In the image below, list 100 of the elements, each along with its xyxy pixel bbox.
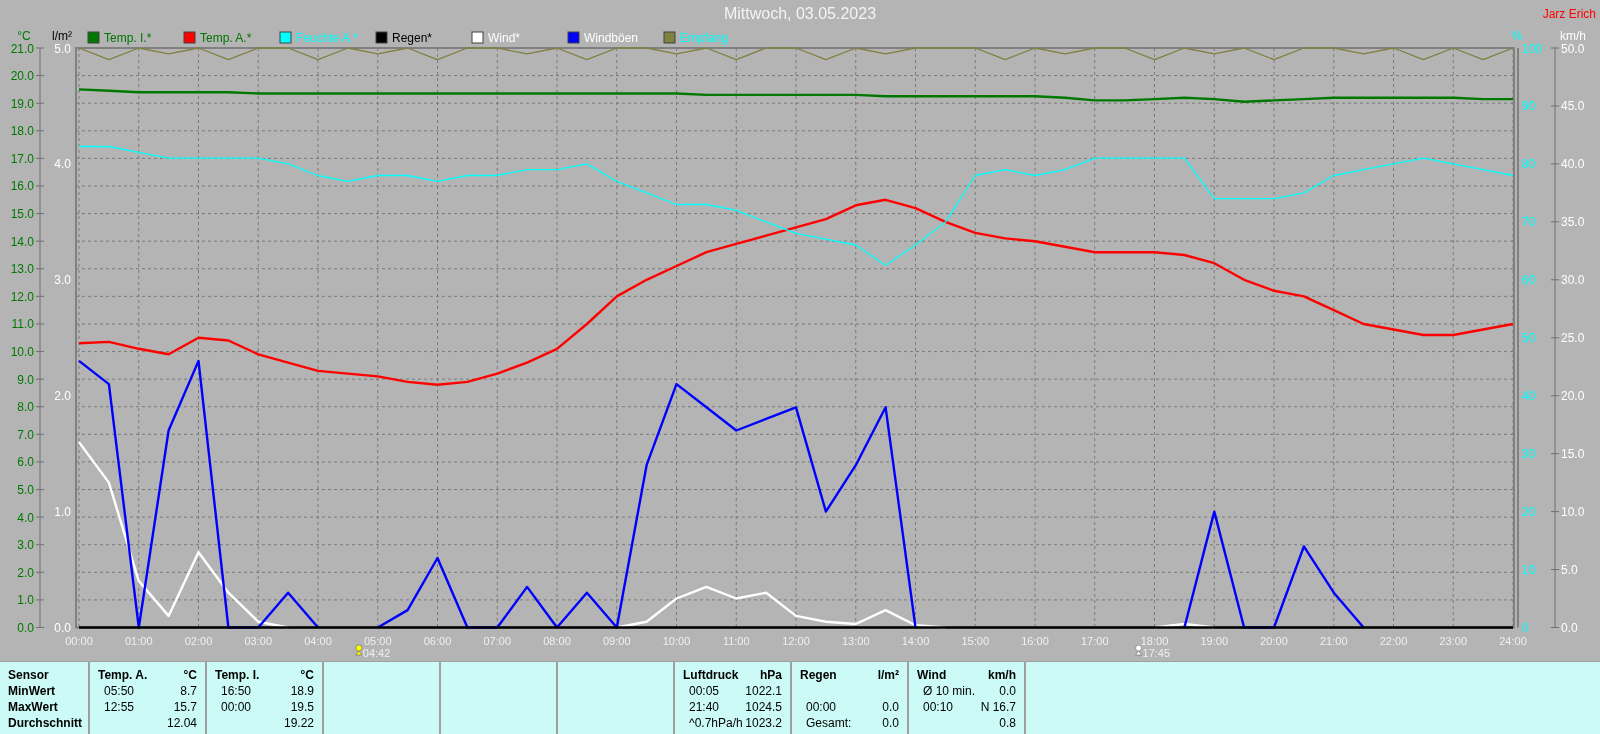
tick-label: 8.0 <box>17 400 34 415</box>
tick-label: 11:00 <box>722 635 750 647</box>
column-header: Wind <box>917 667 947 683</box>
table-cell: 12.04 <box>166 715 197 731</box>
tick-label: 0 <box>1522 621 1529 635</box>
tick-label: 13:00 <box>842 635 870 647</box>
axis-unit: l/m² <box>52 29 72 43</box>
author-label: Jarz Erich <box>1542 6 1596 23</box>
table-cell: 19.22 <box>283 715 314 731</box>
column-header: Sensor <box>8 667 50 683</box>
tick-label: 0.0 <box>1561 621 1578 635</box>
tick-label: 50 <box>1522 331 1536 346</box>
table-cell: 1022.1 <box>745 683 782 699</box>
table-cell-text: 21:40 <box>688 699 720 715</box>
tick-label: 17.0 <box>10 151 34 166</box>
tick-label: 1.0 <box>54 505 71 520</box>
table-cell: N 16.7 <box>980 699 1016 715</box>
legend-label: Wind* <box>488 31 520 45</box>
tick-label: 30 <box>1522 447 1536 462</box>
tick-label: 10.0 <box>10 345 34 360</box>
column-header: Temp. I. <box>215 667 260 683</box>
tick-label: 05:00 <box>364 635 392 647</box>
axis-unit: °C <box>17 29 31 43</box>
tick-label: 15.0 <box>1561 447 1585 462</box>
tick-label: 3.0 <box>54 273 71 288</box>
tick-label: 90 <box>1522 99 1536 114</box>
tick-label: 0.0 <box>54 621 71 635</box>
tick-label: 80 <box>1522 157 1536 172</box>
tick-label: 14.0 <box>10 234 34 249</box>
sun-time: 04:42 <box>362 647 391 659</box>
tick-label: 20.0 <box>10 69 34 84</box>
tick-label: 10.0 <box>1561 505 1585 520</box>
tick-label: 2.0 <box>17 565 34 580</box>
tick-label: 2.0 <box>54 389 71 404</box>
tick-label: 07:00 <box>483 635 511 647</box>
table-cell: 0.0 <box>882 699 899 715</box>
legend-label: Temp. A.* <box>200 31 252 45</box>
unit-label: °C <box>300 667 314 683</box>
tick-label: 100 <box>1522 41 1543 56</box>
tick-label: 11.0 <box>11 317 34 332</box>
tick-label: 3.0 <box>17 538 34 553</box>
table-cell: 18.9 <box>290 683 314 699</box>
chart-title: Mittwoch, 03.05.2023 <box>723 4 877 24</box>
tick-label: 1.0 <box>17 593 34 608</box>
table-cell-text: Ø 10 min. <box>922 683 976 699</box>
unit-label: hPa <box>760 667 782 683</box>
tick-label: 00:00 <box>65 635 93 647</box>
tick-label: 04:00 <box>304 635 332 647</box>
tick-label: 16:00 <box>1021 635 1049 647</box>
tick-label: 20:00 <box>1260 635 1288 647</box>
table-cell-text: 12:55 <box>103 699 135 715</box>
unit-label: °C <box>183 667 197 683</box>
tick-label: 5.0 <box>17 483 34 497</box>
tick-label: 15.0 <box>10 207 34 222</box>
tick-label: 25.0 <box>1561 331 1585 346</box>
tick-label: 5.0 <box>1561 563 1578 578</box>
tick-label: 50.0 <box>1561 41 1585 56</box>
tick-label: 30.0 <box>1561 273 1585 288</box>
tick-label: 4.0 <box>17 510 34 525</box>
tick-label: 18:00 <box>1140 635 1169 647</box>
tick-label: 12:00 <box>782 635 810 647</box>
tick-label: 16.0 <box>10 179 34 194</box>
sun-icon <box>355 644 363 656</box>
tick-label: 09:00 <box>603 635 631 647</box>
row-label: Durchschnitt <box>8 715 83 731</box>
tick-label: 14:00 <box>901 635 930 647</box>
tick-label: 23:00 <box>1439 635 1467 647</box>
legend-label: Temp. I.* <box>104 31 152 45</box>
tick-label: 35.0 <box>1561 215 1585 230</box>
tick-label: 24:00 <box>1499 635 1527 647</box>
tick-label: 06:00 <box>423 635 452 647</box>
tick-label: 18.0 <box>10 124 34 139</box>
tick-label: 10:00 <box>662 635 691 647</box>
tick-label: 5.0 <box>54 41 71 56</box>
table-cell-text: 00:10 <box>922 699 954 715</box>
tick-label: 6.0 <box>17 455 34 470</box>
table-cell-text: 00:00 <box>220 699 252 715</box>
column-header: Temp. A. <box>98 667 148 683</box>
table-cell-text: 05:50 <box>103 683 135 699</box>
tick-label: 17:00 <box>1081 635 1109 647</box>
tick-label: 01:00 <box>125 635 153 647</box>
table-cell: 0.8 <box>999 715 1016 731</box>
tick-label: 12.0 <box>10 289 34 304</box>
row-label: MaxWert <box>8 699 59 715</box>
column-header: Luftdruck <box>683 667 739 683</box>
tick-label: 15:00 <box>961 635 989 647</box>
tick-label: 20.0 <box>1561 389 1585 404</box>
tick-label: 03:00 <box>244 635 272 647</box>
tick-label: 10 <box>1522 563 1536 578</box>
tick-label: 45.0 <box>1561 99 1585 114</box>
sun-icon <box>1135 644 1142 656</box>
table-cell: 1024.5 <box>745 699 782 715</box>
table-cell: 15.7 <box>173 699 197 715</box>
table-cell-text: Gesamt: <box>805 715 852 731</box>
legend-label: Feuchte A.* <box>296 31 359 45</box>
legend-label: Empfang <box>680 31 729 45</box>
tick-label: 19:00 <box>1200 635 1228 647</box>
unit-label: l/m² <box>877 667 899 683</box>
tick-label: 22:00 <box>1379 635 1408 647</box>
table-cell-text: 00:00 <box>805 699 837 715</box>
